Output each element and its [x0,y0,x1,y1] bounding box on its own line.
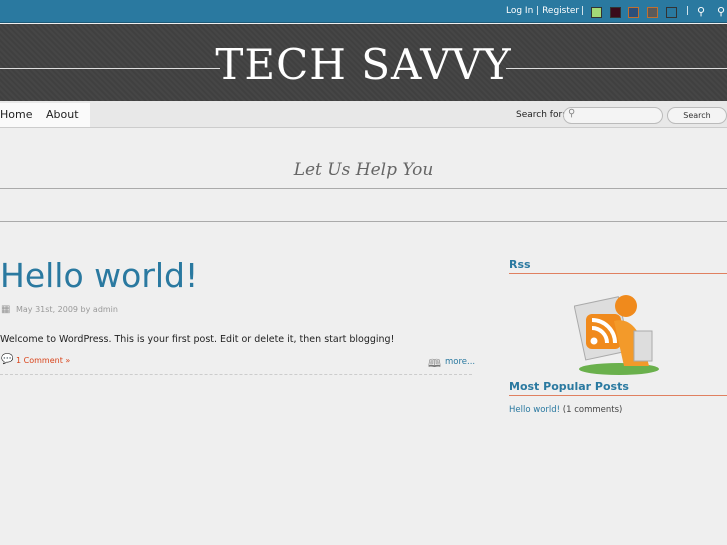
divider [0,188,727,189]
tagline: Let Us Help You [293,160,434,180]
calendar-icon: ▦ [1,304,11,315]
register-link[interactable]: Register [542,6,579,16]
rss-widget-title: Rss [509,258,531,271]
widget-rule [509,273,727,274]
color-swatch-maroon[interactable] [610,7,621,18]
divider [0,221,727,222]
site-title[interactable]: TECH SAVVY [0,40,727,89]
post-divider [0,374,472,375]
comment-icon: 💬 [1,354,14,365]
post-title[interactable]: Hello world! [0,256,198,295]
rss-reader-icon[interactable] [574,286,664,376]
color-swatch-gray[interactable] [647,7,658,18]
color-swatch-green[interactable] [591,7,602,18]
account-links: Log In | Register [506,6,580,16]
search-button[interactable]: Search [667,107,727,124]
popular-post-link[interactable]: Hello world! [509,405,560,415]
popular-post-count: (1 comments) [562,405,623,415]
more-link[interactable]: more... [445,357,475,367]
search-input[interactable]: ⚲ [563,107,663,124]
top-bar: Log In | Register | | ⚲ ⚲ [0,0,727,23]
color-swatch-teal[interactable] [666,7,677,18]
separator: | [581,6,585,16]
popular-widget-title: Most Popular Posts [509,380,629,393]
widget-rule [509,395,727,396]
post-meta: May 31st, 2009 by admin [16,305,118,314]
separator: | [686,6,690,16]
search-label: Search for: [516,110,566,120]
book-icon: 🕮 [428,357,441,370]
post-body: Welcome to WordPress. This is your first… [0,334,395,345]
popular-post-item: Hello world! (1 comments) [509,405,622,415]
site-header: TECH SAVVY [0,24,727,101]
login-link[interactable]: Log In [506,6,533,16]
zoom-in-icon[interactable]: ⚲ [697,5,705,18]
search-icon: ⚲ [568,108,576,119]
nav-home[interactable]: Home [0,108,32,121]
comments-link[interactable]: 1 Comment » [16,356,70,365]
zoom-out-icon[interactable]: ⚲ [717,5,725,18]
color-swatch-blue[interactable] [628,7,639,18]
nav-about[interactable]: About [46,108,79,121]
